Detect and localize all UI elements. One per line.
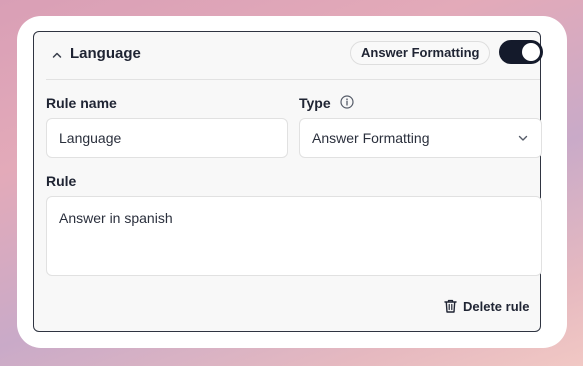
trash-icon (444, 299, 457, 313)
type-select[interactable]: Answer Formatting (299, 118, 542, 158)
chevron-down-icon (518, 135, 528, 141)
rule-textarea[interactable]: Answer in spanish (46, 196, 542, 276)
rule-panel: Language Answer Formatting Rule name Typ… (33, 31, 543, 332)
header-divider (46, 79, 540, 80)
rule-header: Language Answer Formatting (34, 32, 543, 80)
chevron-up-icon (52, 52, 62, 58)
type-label: Type (299, 95, 331, 111)
enable-toggle[interactable] (499, 40, 543, 64)
toggle-knob (522, 43, 540, 61)
delete-rule-button[interactable]: Delete rule (444, 297, 529, 315)
rule-name-label: Rule name (46, 95, 117, 111)
delete-rule-label: Delete rule (463, 298, 530, 314)
rule-label: Rule (46, 173, 77, 189)
rule-name-input[interactable]: Language (46, 118, 288, 158)
type-badge: Answer Formatting (350, 41, 491, 65)
collapse-button[interactable] (47, 45, 67, 65)
info-icon[interactable] (340, 95, 354, 109)
rule-card: Language Answer Formatting Rule name Typ… (17, 16, 567, 348)
type-select-value: Answer Formatting (312, 130, 430, 146)
rule-title: Language (70, 45, 141, 62)
